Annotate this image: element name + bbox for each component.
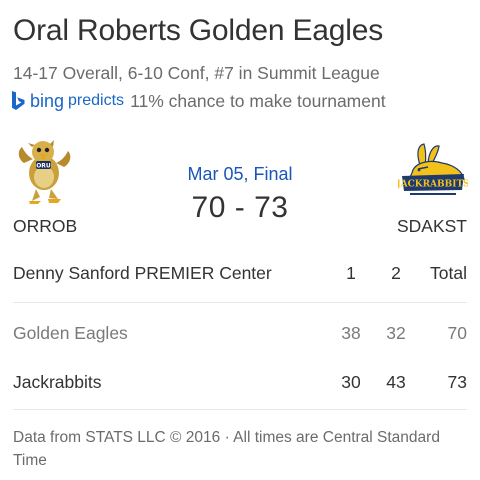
table-row[interactable]: Golden Eagles 38 32 70	[13, 308, 467, 358]
team-name: Jackrabbits	[13, 372, 102, 392]
page-title: Oral Roberts Golden Eagles	[13, 14, 383, 47]
tournament-chance: 11% chance to make tournament	[130, 90, 386, 111]
team-name: Golden Eagles	[13, 323, 128, 343]
team-record: 14-17 Overall, 6-10 Conf, #7 in Summit L…	[13, 63, 380, 83]
period-1-score: 30	[341, 372, 361, 392]
total-score: 70	[447, 323, 467, 343]
total-header: Total	[430, 263, 467, 283]
bing-word: bing	[30, 90, 65, 111]
jackrabbits-logo-text: JACKRABBITS	[398, 180, 468, 190]
divider	[13, 302, 467, 303]
bing-logo-icon	[12, 91, 25, 110]
data-attribution: Data from STATS LLC © 2016 · All times a…	[13, 429, 440, 469]
period-1-header: 1	[346, 263, 356, 283]
period-2-score: 43	[386, 372, 406, 392]
period-1-score: 38	[341, 323, 361, 343]
bing-predicts-label: predicts	[68, 92, 125, 109]
period-2-score: 32	[386, 323, 406, 343]
table-row[interactable]: Jackrabbits 30 43 73	[13, 357, 467, 407]
period-2-header: 2	[391, 263, 401, 283]
bing-predicts-row[interactable]: bing predicts 11% chance to make tournam…	[11, 89, 386, 113]
venue-name: Denny Sanford PREMIER Center	[13, 263, 272, 283]
total-score: 73	[447, 372, 467, 392]
box-score-header: Denny Sanford PREMIER Center 1 2 Total	[13, 248, 467, 298]
divider	[13, 409, 467, 410]
away-team-abbr: SDAKST	[396, 216, 467, 236]
jackrabbits-logo-icon[interactable]: JACKRABBITS	[398, 143, 468, 201]
